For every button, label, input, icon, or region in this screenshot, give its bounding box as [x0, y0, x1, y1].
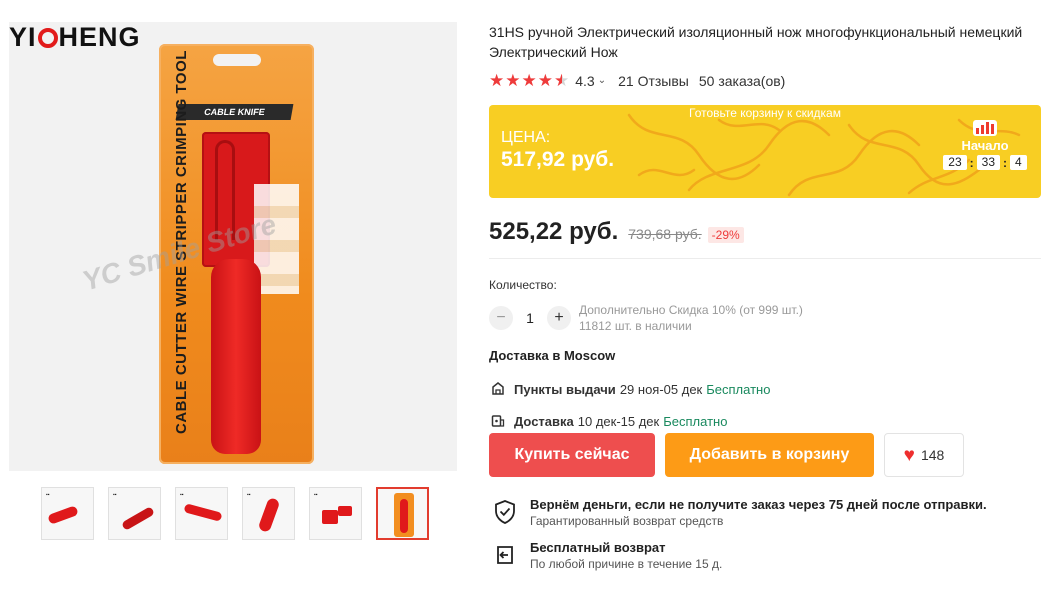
divider	[489, 258, 1041, 259]
countdown-timer: 23 : 33 : 4	[943, 155, 1027, 170]
product-info-panel: 31HS ручной Электрический изоляционный н…	[489, 22, 1041, 571]
brand-logo-circle-icon	[37, 28, 58, 48]
heart-icon: ♥	[903, 444, 915, 466]
rating-value[interactable]: 4.3	[575, 73, 594, 89]
thumbnail-tool-image	[338, 506, 352, 516]
star-icon: ★	[489, 71, 505, 90]
free-return-guarantee: Бесплатный возврат По любой причине в те…	[493, 539, 722, 572]
wishlist-count: 148	[920, 447, 945, 463]
promo-banner: Готовьте корзину к скидкам ЦЕНА: 517,92 …	[489, 105, 1041, 198]
promo-price-label: ЦЕНА:	[501, 129, 551, 146]
half-star-icon: ★	[554, 71, 570, 90]
bulk-discount-text: Дополнительно Скидка 10% (от 999 шт.)	[579, 303, 803, 317]
money-back-guarantee: Вернём деньги, если не получите заказ че…	[493, 496, 987, 529]
discount-badge: -29%	[707, 227, 744, 243]
pickup-delivery-line: Пункты выдачи 29 ноя-05 дек Бесплатно	[489, 380, 770, 398]
promo-price: 517,92 руб.	[501, 148, 615, 171]
product-main-image[interactable]: CABLE KNIFE CABLE CUTTER WIRE STRIPPER C…	[9, 22, 457, 471]
thumbnail-tool-image	[257, 496, 281, 534]
delivery-title[interactable]: Доставка в Moscow	[489, 348, 615, 363]
knife-handle	[211, 259, 261, 454]
timer-separator: :	[1003, 155, 1008, 170]
timer-hours: 23	[943, 155, 967, 170]
price-row: 525,22 руб. 739,68 руб. -29%	[489, 218, 744, 246]
thumbnail-logo: ▪▪	[314, 492, 318, 498]
return-subtitle: По любой причине в течение 15 д.	[530, 557, 723, 571]
current-price: 525,22 руб.	[489, 218, 619, 245]
thumbnail-tool-image	[400, 499, 408, 533]
thumbnail-tool-image	[183, 503, 223, 522]
add-to-cart-button[interactable]: Добавить в корзину	[665, 433, 874, 477]
rating-stars: ★ ★ ★ ★ ★	[489, 72, 569, 89]
thumbnail-strip: ▪▪ ▪▪ ▪▪ ▪▪ ▪▪	[41, 487, 429, 540]
thumbnail-tool-image	[47, 505, 79, 525]
quantity-label: Количество:	[489, 278, 557, 292]
product-title: 31HS ручной Электрический изоляционный н…	[489, 24, 1023, 60]
thumbnail-logo: ▪▪	[247, 492, 251, 498]
thumbnail-logo: ▪▪	[113, 492, 117, 498]
thumbnail-6[interactable]	[376, 487, 429, 540]
thumbnail-3[interactable]: ▪▪	[175, 487, 228, 540]
brand-logo: YI HENG	[9, 22, 141, 53]
courier-dates: 10 дек-15 дек	[577, 413, 660, 429]
star-icon: ★	[537, 71, 553, 90]
old-price: 739,68 руб.	[628, 226, 702, 242]
quantity-increase-button[interactable]: +	[547, 306, 571, 330]
star-icon: ★	[505, 71, 521, 90]
wishlist-button[interactable]: ♥ 148	[884, 433, 964, 477]
promo-banner-text: Готовьте корзину к скидкам	[689, 106, 841, 120]
chevron-down-icon[interactable]: ⌄	[598, 75, 606, 86]
promo-countdown: Начало 23 : 33 : 4	[943, 120, 1027, 170]
timer-seconds: 4	[1010, 155, 1027, 170]
shield-check-icon	[493, 499, 519, 525]
return-box-icon	[493, 542, 519, 568]
guarantee-subtitle: Гарантированный возврат средств	[530, 514, 724, 528]
timer-minutes: 33	[976, 155, 1001, 170]
pickup-price: Бесплатно	[706, 381, 771, 397]
thumbnail-tool-image	[322, 510, 338, 524]
stock-text: 11812 шт. в наличии	[579, 319, 692, 333]
pickup-dates: 29 ноя-05 дек	[619, 381, 703, 397]
quantity-value[interactable]: 1	[513, 310, 547, 326]
star-icon: ★	[521, 71, 537, 90]
courier-price: Бесплатно	[663, 413, 728, 429]
package-hang-hole	[212, 54, 261, 66]
thumbnail-4[interactable]: ▪▪	[242, 487, 295, 540]
thumbnail-2[interactable]: ▪▪	[108, 487, 161, 540]
thumbnail-1[interactable]: ▪▪	[41, 487, 94, 540]
courier-delivery-line: Доставка 10 дек-15 дек Бесплатно	[489, 412, 727, 430]
courier-label: Доставка	[514, 413, 574, 429]
promo-start-label: Начало	[961, 138, 1009, 153]
brand-logo-part-1: YI	[9, 22, 37, 52]
thumbnail-logo: ▪▪	[180, 492, 184, 498]
thumbnail-logo: ▪▪	[46, 492, 50, 498]
buy-now-button[interactable]: Купить сейчас	[489, 433, 655, 477]
thumbnail-tool-image	[121, 506, 155, 531]
guarantee-title: Вернём деньги, если не получите заказ че…	[530, 497, 987, 512]
pickup-label: Пункты выдачи	[514, 381, 616, 397]
quantity-stepper: − 1 + Дополнительно Скидка 10% (от 999 ш…	[489, 302, 803, 334]
quantity-decrease-button[interactable]: −	[489, 306, 513, 330]
brand-logo-part-2: HENG	[58, 22, 141, 52]
pickup-point-icon	[489, 380, 507, 398]
reviews-link[interactable]: 21 Отзывы	[618, 73, 689, 89]
thumbnail-5[interactable]: ▪▪	[309, 487, 362, 540]
timer-separator: :	[969, 155, 974, 170]
orders-count: 50 заказа(ов)	[698, 72, 786, 89]
bar-chart-icon	[973, 120, 997, 136]
rating-row: ★ ★ ★ ★ ★ 4.3 ⌄ 21 Отзывы 50 заказа(ов)	[489, 72, 1041, 89]
quantity-info: Дополнительно Скидка 10% (от 999 шт.) 11…	[579, 302, 803, 334]
package-label: CABLE KNIFE	[175, 104, 294, 120]
return-title: Бесплатный возврат	[530, 540, 666, 555]
courier-box-icon	[489, 412, 507, 430]
